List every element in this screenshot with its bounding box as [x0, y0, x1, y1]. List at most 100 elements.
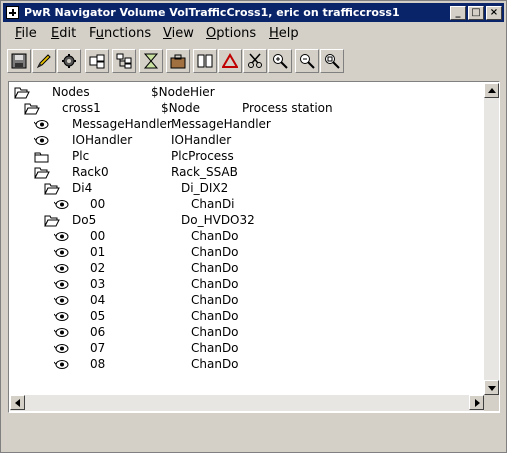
object-name: cross1	[62, 101, 101, 115]
alarm-button[interactable]	[218, 49, 242, 73]
tree-row[interactable]: Plc PlcProcess	[10, 149, 484, 165]
tree-icon	[116, 53, 132, 69]
title-bar[interactable]: PwR Navigator Volume VolTrafficCross1, e…	[3, 3, 504, 22]
object-name: 03	[90, 277, 106, 291]
tree-row[interactable]: 01 ChanDo	[10, 245, 484, 261]
scroll-right-button[interactable]	[469, 395, 484, 410]
eye-leaf-icon[interactable]	[33, 134, 50, 150]
pencil-icon	[36, 54, 51, 69]
closed-folder-icon[interactable]	[34, 150, 50, 166]
object-class: ChanDo	[191, 293, 239, 307]
scroll-down-button[interactable]	[484, 380, 499, 395]
edit-button[interactable]	[32, 49, 56, 73]
arrow-right-icon	[475, 399, 480, 407]
object-class: ChanDo	[191, 325, 239, 339]
gear-icon	[62, 54, 76, 68]
scroll-left-button[interactable]	[10, 395, 25, 410]
arrow-up-icon	[488, 88, 496, 93]
hourglass-icon	[143, 53, 159, 69]
tree-row[interactable]: IOHandler IOHandler	[10, 133, 484, 149]
node-hierarchy-button[interactable]	[112, 49, 136, 73]
menu-edit[interactable]: Edit	[49, 26, 78, 41]
scroll-up-button[interactable]	[484, 83, 499, 98]
package-icon	[170, 54, 186, 69]
object-class: ChanDo	[191, 277, 239, 291]
menu-view[interactable]: View	[161, 26, 196, 41]
object-class: ChanDo	[191, 357, 239, 371]
object-class: ChanDo	[191, 261, 239, 275]
open-folder-icon[interactable]	[44, 214, 60, 230]
zoom-out-button[interactable]	[295, 49, 319, 73]
tree-row[interactable]: 00 ChanDo	[10, 229, 484, 245]
eye-leaf-icon[interactable]	[53, 246, 70, 262]
cut-button[interactable]	[243, 49, 267, 73]
zoom-in-icon	[273, 54, 288, 69]
eye-leaf-icon[interactable]	[53, 358, 70, 374]
book-icon	[197, 54, 213, 68]
tree-row[interactable]: 05 ChanDo	[10, 309, 484, 325]
tree-row[interactable]: MessageHandler MessageHandler	[10, 117, 484, 133]
tree-row[interactable]: Nodes $NodeHier	[10, 85, 484, 101]
zoom-in-button[interactable]	[268, 49, 292, 73]
status-bar	[3, 419, 504, 451]
close-button[interactable]: ×	[486, 6, 502, 20]
eye-leaf-icon[interactable]	[53, 230, 70, 246]
eye-leaf-icon[interactable]	[53, 310, 70, 326]
eye-leaf-icon[interactable]	[53, 278, 70, 294]
tree-row[interactable]: 07 ChanDo	[10, 341, 484, 357]
app-icon	[6, 6, 19, 19]
zoom-reset-button[interactable]	[320, 49, 344, 73]
object-class: Di_DIX2	[181, 181, 229, 195]
horizontal-scrollbar[interactable]	[10, 395, 484, 411]
object-name: 01	[90, 245, 106, 259]
open-folder-icon[interactable]	[14, 86, 30, 102]
menu-file[interactable]: File	[13, 26, 39, 41]
eye-leaf-icon[interactable]	[33, 118, 50, 134]
object-tree[interactable]: Nodes $NodeHier cross1 $Node Process station…	[8, 81, 500, 413]
save-button[interactable]	[7, 49, 31, 73]
vertical-scrollbar[interactable]	[484, 83, 499, 395]
tree-row[interactable]: Rack0 Rack_SSAB	[10, 165, 484, 181]
object-name: 06	[90, 325, 106, 339]
minimize-button[interactable]: _	[450, 6, 466, 20]
maximize-button[interactable]: □	[468, 6, 484, 20]
tree-row[interactable]: 00 ChanDi	[10, 197, 484, 213]
object-class: ChanDo	[191, 229, 239, 243]
tree-row[interactable]: 03 ChanDo	[10, 277, 484, 293]
zoom-out-icon	[300, 54, 315, 69]
menu-help[interactable]: Help	[267, 26, 301, 41]
eye-leaf-icon[interactable]	[53, 262, 70, 278]
object-name: Do5	[72, 213, 97, 227]
open-book-button[interactable]	[193, 49, 217, 73]
menu-functions[interactable]: Functions	[87, 26, 153, 41]
eye-leaf-icon[interactable]	[53, 294, 70, 310]
plant-button[interactable]	[85, 49, 109, 73]
navigator-window: PwR Navigator Volume VolTrafficCross1, e…	[0, 0, 507, 453]
menu-options[interactable]: Options	[204, 26, 258, 41]
eye-leaf-icon[interactable]	[53, 326, 70, 342]
arrow-left-icon	[15, 399, 20, 407]
open-folder-icon[interactable]	[44, 182, 60, 198]
scissors-icon	[248, 53, 262, 68]
object-class: ChanDo	[191, 341, 239, 355]
object-class: MessageHandler	[171, 117, 271, 131]
tree-row[interactable]: cross1 $Node Process station	[10, 101, 484, 117]
build-button[interactable]	[166, 49, 190, 73]
configure-button[interactable]	[57, 49, 81, 73]
object-class: Do_HVDO32	[181, 213, 255, 227]
object-class: PlcProcess	[171, 149, 234, 163]
tree-row[interactable]: 02 ChanDo	[10, 261, 484, 277]
tree-row[interactable]: Di4 Di_DIX2	[10, 181, 484, 197]
tree-row[interactable]: Do5 Do_HVDO32	[10, 213, 484, 229]
eye-leaf-icon[interactable]	[53, 198, 70, 214]
tree-row[interactable]: 06 ChanDo	[10, 325, 484, 341]
filter-button[interactable]	[139, 49, 163, 73]
open-folder-icon[interactable]	[24, 102, 40, 118]
open-folder-icon[interactable]	[34, 166, 50, 182]
tree-row[interactable]: 08 ChanDo	[10, 357, 484, 373]
eye-leaf-icon[interactable]	[53, 342, 70, 358]
object-name: 04	[90, 293, 106, 307]
tree-row[interactable]: 04 ChanDo	[10, 293, 484, 309]
object-class: $Node	[161, 101, 200, 115]
arrow-down-icon	[488, 386, 496, 391]
